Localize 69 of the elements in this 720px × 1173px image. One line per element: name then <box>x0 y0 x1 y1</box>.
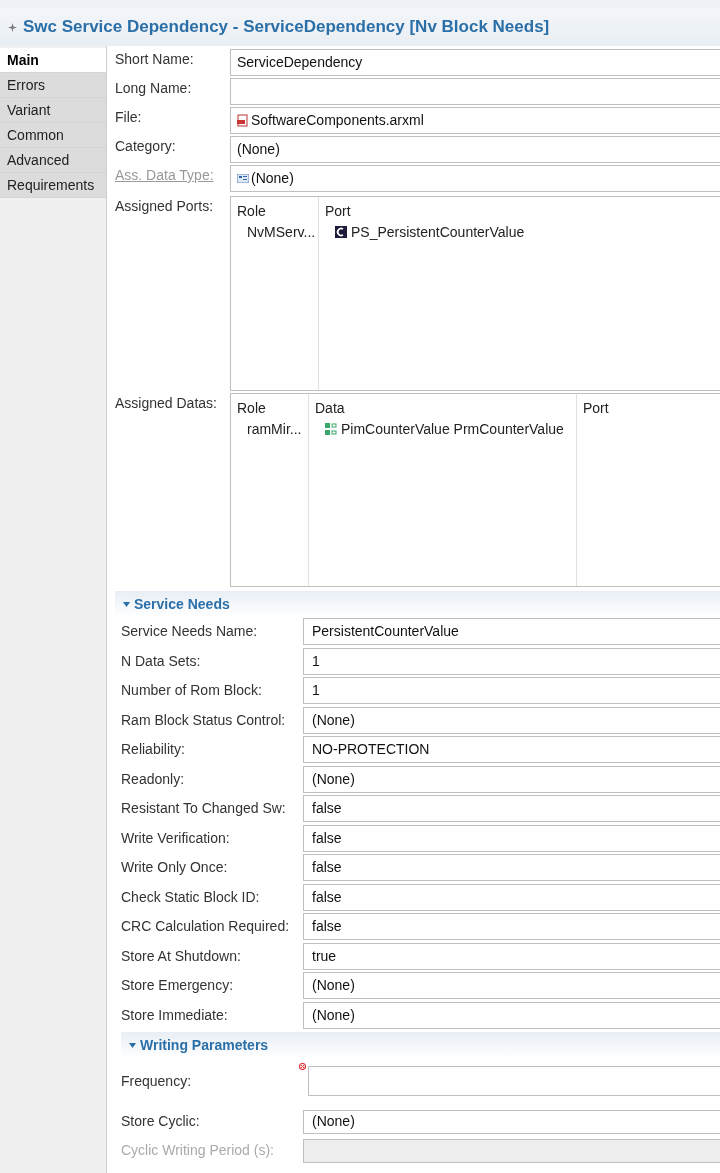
field-label: Store At Shutdown: <box>121 946 242 966</box>
data-icon <box>325 423 337 435</box>
sidebar-tab[interactable]: Common <box>0 123 106 148</box>
field-label: Readonly: <box>121 769 186 789</box>
field-label: Store Emergency: <box>121 976 235 996</box>
field-label: Reliability: <box>121 740 186 760</box>
field-label: Service Needs Name: <box>121 622 259 642</box>
column-header[interactable]: Role <box>231 394 308 418</box>
sidebar-tab[interactable]: Requirements <box>0 173 106 198</box>
input-field[interactable]: NO-PROTECTION <box>303 736 720 764</box>
field-label: Cyclic Writing Period (s): <box>121 1141 275 1160</box>
field-label: Ram Block Status Control: <box>121 710 287 730</box>
input-field[interactable]: false <box>303 854 720 882</box>
input-field[interactable]: SoftwareComponents.arxml <box>230 107 720 134</box>
field-label: CRC Calculation Required: <box>121 917 291 937</box>
input-field[interactable]: false <box>303 883 720 911</box>
field-label: Store Cyclic: <box>121 1112 201 1131</box>
field-label: Number of Rom Block: <box>121 681 263 701</box>
sidebar-tab[interactable]: Main <box>0 48 106 73</box>
field-label: Resistant To Changed Sw: <box>121 799 287 819</box>
input-field[interactable]: false <box>303 913 720 941</box>
table-cell-text: ramMir... <box>246 419 303 439</box>
sidebar-tab[interactable]: Advanced <box>0 148 106 173</box>
input-field[interactable]: true <box>303 942 720 970</box>
input-field[interactable] <box>230 78 720 105</box>
field-label: Frequency: <box>121 1071 193 1091</box>
input-field[interactable]: 1 <box>303 647 720 675</box>
input-field[interactable]: 1 <box>303 677 720 705</box>
input-field[interactable]: (None) <box>303 1001 720 1029</box>
table-cell-text: NvMServ... <box>246 222 317 242</box>
input-field[interactable]: ServiceDependency <box>230 49 720 76</box>
sidebar-tab[interactable]: Variant <box>0 98 106 123</box>
field-label: N Data Sets: <box>121 651 202 671</box>
table-cell: PS_PersistentCounterValue <box>319 221 720 243</box>
column-header[interactable]: Role <box>231 197 318 221</box>
field-label: Store Immediate: <box>121 1005 229 1025</box>
caret-icon <box>123 601 130 607</box>
field-label: Long Name: <box>115 79 193 98</box>
input-field[interactable]: (None) <box>230 136 720 163</box>
field-label: Assigned Datas: <box>115 394 218 413</box>
field-label: Write Only Once: <box>121 858 229 878</box>
column-header[interactable]: Port <box>319 197 720 221</box>
sidebar-tab[interactable]: Errors <box>0 73 106 98</box>
field-label: Ass. Data Type: <box>115 166 215 185</box>
input-field[interactable] <box>308 1066 720 1096</box>
input-field[interactable]: (None) <box>303 706 720 734</box>
table-cell: PimCounterValue PrmCounterValue <box>309 418 576 440</box>
field-label: Write Verification: <box>121 828 231 848</box>
input-field[interactable]: (None) <box>303 972 720 1000</box>
field-label: Short Name: <box>115 50 195 69</box>
field-label: Check Static Block ID: <box>121 887 261 907</box>
field-label: Assigned Ports: <box>115 197 215 216</box>
sparkle-icon <box>8 22 17 32</box>
caret-icon <box>129 1042 136 1048</box>
file-icon <box>237 114 249 127</box>
section-header[interactable]: Writing Parameters <box>121 1032 720 1058</box>
input-field[interactable]: PersistentCounterValue <box>303 618 720 646</box>
input-field[interactable]: false <box>303 795 720 823</box>
editor-title: Swc Service Dependency - ServiceDependency [Nv Block Needs] <box>23 16 550 39</box>
column-header[interactable]: Data <box>309 394 576 418</box>
port-icon <box>335 226 347 238</box>
column-header[interactable]: Port <box>577 394 720 418</box>
input-field[interactable]: (None) <box>303 1109 720 1134</box>
input-field[interactable]: false <box>303 824 720 852</box>
field-label: File: <box>115 108 143 127</box>
input-field[interactable] <box>303 1138 720 1163</box>
input-field[interactable]: (None) <box>303 765 720 793</box>
field-label: Category: <box>115 137 177 156</box>
list-icon <box>237 174 249 183</box>
